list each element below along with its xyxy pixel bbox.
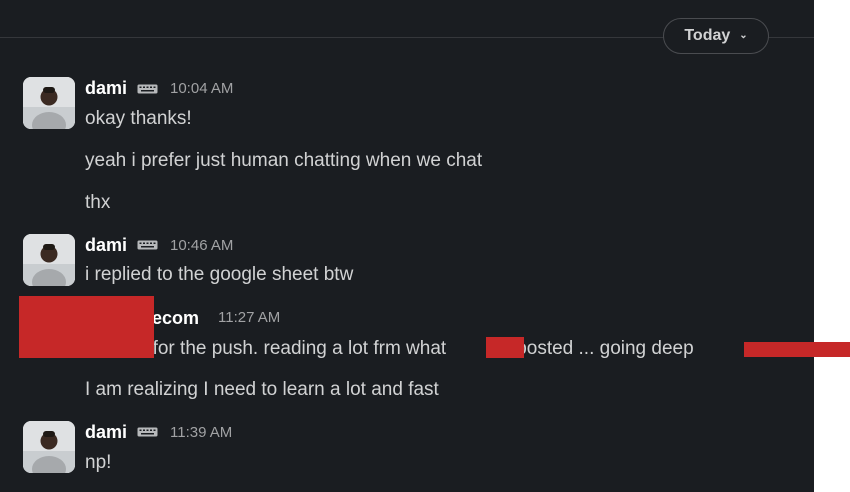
message-text: Thanks for the push. reading a lot frm w… [85,337,694,361]
day-divider-button[interactable]: Today ⌄ [663,18,769,54]
message-text: okay thanks! [85,108,192,129]
message-timestamp[interactable]: 10:46 AM [170,236,233,256]
author-name[interactable]: ecom [152,307,199,329]
keyboard-icon [137,427,158,437]
author-name[interactable]: dami [85,77,127,99]
message-timestamp[interactable]: 10:04 AM [170,79,233,99]
message-timestamp[interactable]: 11:39 AM [170,423,232,443]
message-text: yeah i prefer just human chatting when w… [85,150,483,171]
message-timestamp[interactable]: 11:27 AM [218,308,280,328]
message-pane: Today ⌄ dami 10:04 AM okay thanks! yeah … [0,0,814,492]
author-name[interactable]: dami [85,421,127,443]
redaction-block [744,342,850,357]
avatar[interactable] [23,234,75,286]
avatar[interactable] [23,77,75,129]
keyboard-icon [137,240,158,250]
message-text: i replied to the google sheet btw [85,264,354,285]
day-divider-label: Today [684,27,731,44]
message-text: np! [85,452,112,473]
message-text-part: posted ... going deep [516,338,694,359]
message-text: thx [85,192,111,213]
author-name[interactable]: dami [85,234,127,256]
keyboard-icon [137,84,158,94]
redaction-block [19,296,154,358]
message-text: I am realizing I need to learn a lot and… [85,379,439,400]
chevron-down-icon: ⌄ [739,29,748,41]
redaction-block [486,337,524,358]
avatar[interactable] [23,421,75,473]
